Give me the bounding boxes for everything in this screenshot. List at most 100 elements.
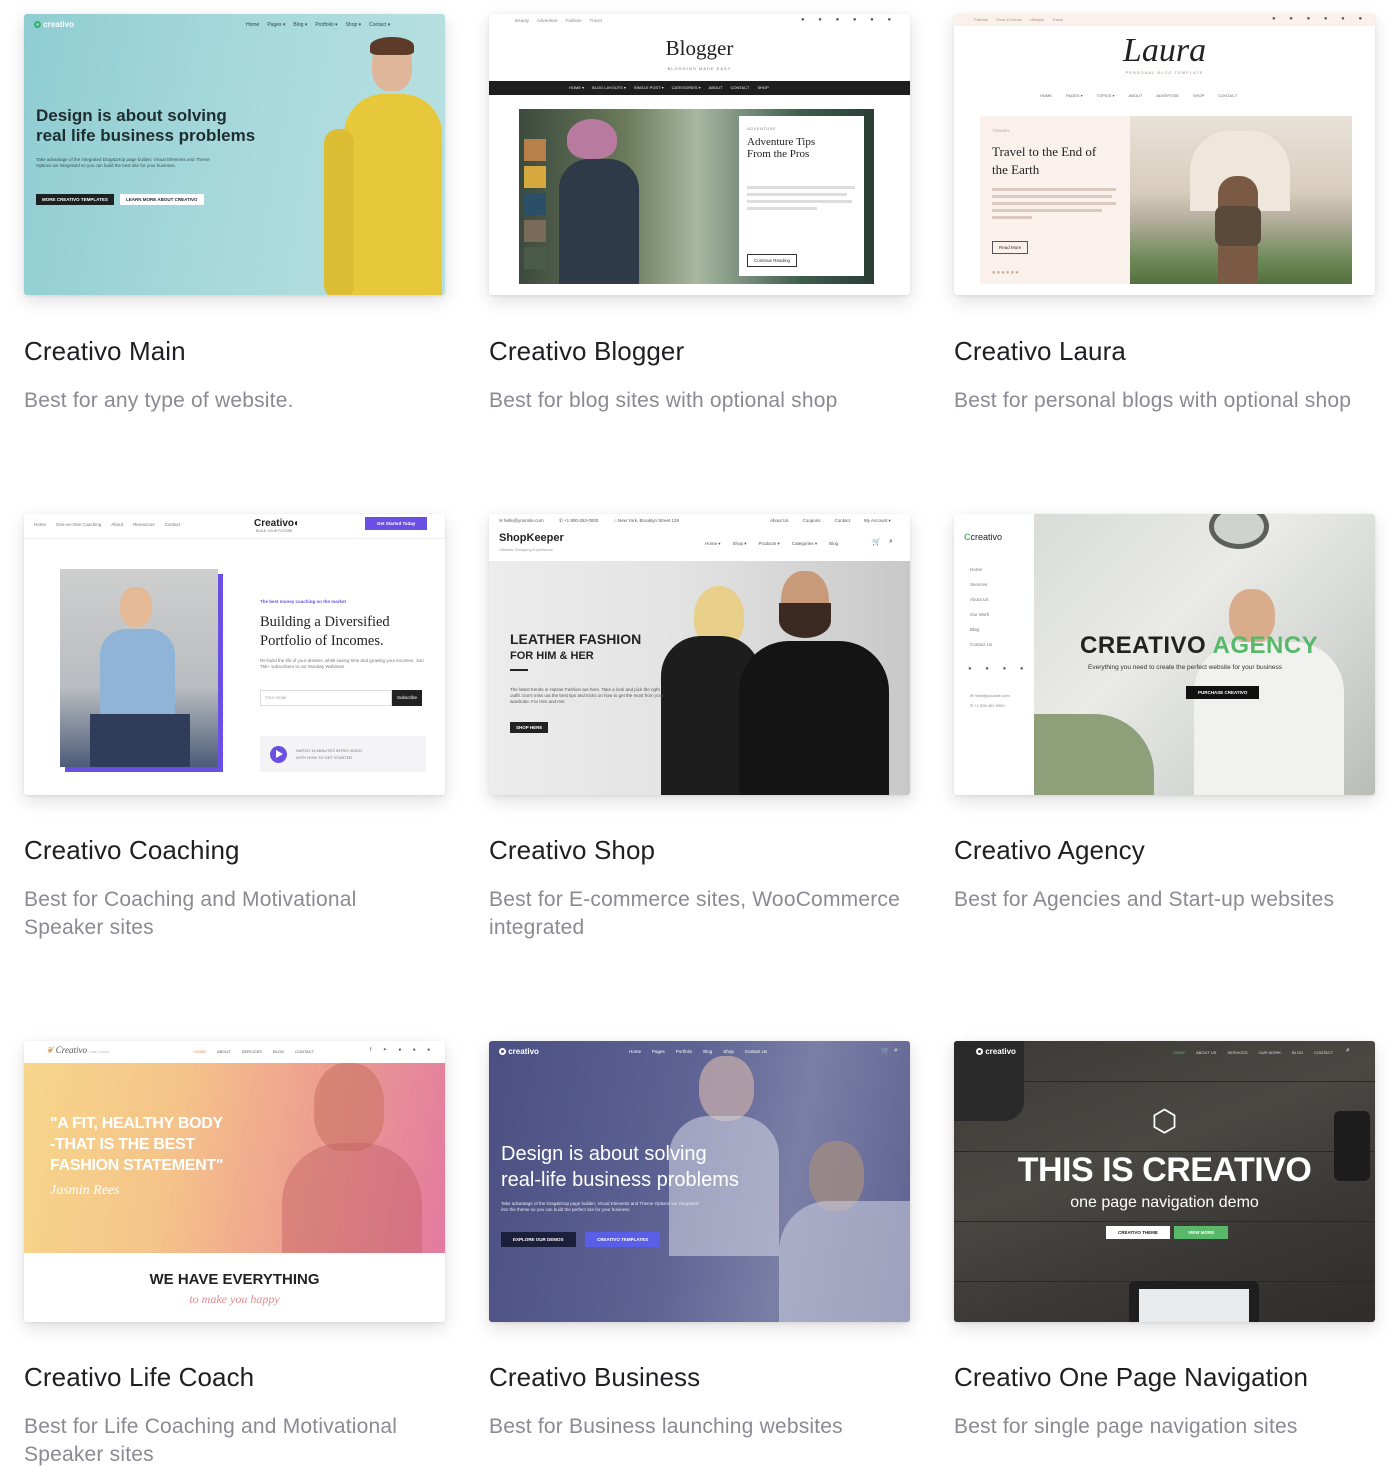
nav-item[interactable]: Home <box>629 1049 641 1054</box>
nav-item[interactable]: ABOUT US <box>1196 1050 1216 1055</box>
read-more-button[interactable]: Read More <box>992 241 1029 254</box>
nav-item[interactable]: Home ▾ <box>705 541 721 547</box>
nav-item[interactable]: CONTACT <box>1314 1050 1333 1055</box>
nav-item[interactable]: Contact <box>165 522 181 527</box>
nav-item[interactable]: Services <box>970 577 992 592</box>
nav-item[interactable]: CATEGORIES ▾ <box>672 85 701 90</box>
view-more-button[interactable]: VIEW MORE <box>1174 1226 1229 1239</box>
search-icon[interactable]: ⌕ <box>894 1047 898 1055</box>
nav-item[interactable]: SHOP <box>757 85 768 90</box>
preview-blogger[interactable]: Beauty Adventure Fashion Travel ● ● ● ● … <box>489 14 910 295</box>
nav-item[interactable]: Blog <box>829 541 838 547</box>
nav-item[interactable]: Home <box>970 562 992 577</box>
creativo-theme-button[interactable]: CREATIVO THEME <box>1106 1226 1170 1239</box>
slider-dots[interactable]: ●●●●●● <box>992 270 1020 276</box>
nav-item[interactable]: Shop <box>723 1049 734 1054</box>
nav-item[interactable]: Products ▾ <box>759 541 780 547</box>
card-title[interactable]: Creativo Life Coach <box>24 1362 254 1393</box>
cart-icon[interactable]: 🛒 <box>881 1047 890 1055</box>
learn-more-button[interactable]: LEARN MORE ABOUT CREATIVO <box>120 194 204 205</box>
card-title[interactable]: Creativo One Page Navigation <box>954 1362 1308 1393</box>
card-title[interactable]: Creativo Blogger <box>489 336 684 367</box>
nav-item[interactable]: Home <box>34 522 46 527</box>
nav-item[interactable]: SERVICES <box>242 1049 262 1054</box>
nav-item[interactable]: PAGES ▾ <box>1066 93 1083 98</box>
nav-item[interactable]: ADVERTISE <box>1156 93 1179 98</box>
shop-here-button[interactable]: SHOP HERE <box>510 722 549 733</box>
nav-item[interactable]: BLOG <box>273 1049 284 1054</box>
play-icon[interactable] <box>270 746 287 763</box>
search-icon[interactable]: ⌕ <box>1346 1047 1350 1055</box>
nav-item[interactable]: Contact Us <box>745 1049 767 1054</box>
preview-shop[interactable]: ✉ hello@yoursite.com ✆ +1 800-252-0000 ⌂… <box>489 514 910 795</box>
card-title[interactable]: Creativo Shop <box>489 835 655 866</box>
card-description: Best for E-commerce sites, WooCommerce i… <box>489 888 900 939</box>
nav-item[interactable]: Blog <box>703 1049 712 1054</box>
nav-item[interactable]: About <box>111 522 123 527</box>
nav-item[interactable]: TOPICS ▾ <box>1097 93 1115 98</box>
video-box[interactable]: WATCH 15 MINUTES INTRO VIDEO WITH HOW TO… <box>260 736 426 772</box>
preview-main[interactable]: creativo Home Pages ▾ Blog ▾ Portfolio ▾… <box>24 14 445 295</box>
nav-item[interactable]: One-on-One Coaching <box>56 522 101 527</box>
nav-item[interactable]: Shop ▾ <box>346 22 362 28</box>
nav-item[interactable]: Contact Us <box>970 637 992 652</box>
card-title[interactable]: Creativo Business <box>489 1362 700 1393</box>
nav-item[interactable]: Pages <box>652 1049 665 1054</box>
nav-item[interactable]: SHOP <box>1193 93 1204 98</box>
nav-item[interactable]: Portfolio ▾ <box>315 22 337 28</box>
nav-item[interactable]: ABOUT <box>709 85 723 90</box>
nav-item[interactable]: Resources <box>133 522 155 527</box>
nav-item[interactable]: Blog ▾ <box>293 22 307 28</box>
creativo-templates-button[interactable]: CREATIVO TEMPLATES <box>585 1232 661 1247</box>
nav-item[interactable]: Home <box>246 22 259 28</box>
nav-item[interactable]: CONTACT <box>295 1049 314 1054</box>
coaching-headline: Building a Diversified Portfolio of Inco… <box>260 614 390 649</box>
card-title[interactable]: Creativo Agency <box>954 835 1145 866</box>
card-title[interactable]: Creativo Main <box>24 336 186 367</box>
nav-item[interactable]: CONTACT <box>730 85 749 90</box>
subscribe-button[interactable]: Subscribe <box>392 690 423 706</box>
card-title[interactable]: Creativo Laura <box>954 336 1126 367</box>
nav-item[interactable]: CONTACT <box>1218 93 1237 98</box>
nav-item[interactable]: About Us <box>770 518 789 524</box>
continue-reading-button[interactable]: Continue Reading <box>747 254 798 267</box>
nav-item[interactable]: BLOG <box>1292 1050 1303 1055</box>
more-templates-button[interactable]: MORE CREATIVO TEMPLATES <box>36 194 114 205</box>
nav-item[interactable]: OUR WORK <box>1259 1050 1281 1055</box>
email-field[interactable]: Your email <box>260 690 392 706</box>
preview-one-page[interactable]: creativo HOME ABOUT US SERVICES OUR WORK… <box>954 1041 1375 1322</box>
purchase-button[interactable]: PURCHASE CREATIVO <box>1186 686 1260 699</box>
nav-item[interactable]: Coupons <box>803 518 821 524</box>
nav-item[interactable]: ABOUT <box>217 1049 231 1054</box>
nav-item[interactable]: SERVICES <box>1227 1050 1247 1055</box>
nav-item[interactable]: Blog <box>970 622 992 637</box>
nav-item[interactable]: BLOG LAYOUTS ▾ <box>592 85 626 90</box>
cart-icon[interactable]: 🛒 <box>872 538 881 546</box>
nav-item[interactable]: HOME ▾ <box>569 85 584 90</box>
nav-item[interactable]: About Us <box>970 592 992 607</box>
preview-laura[interactable]: Fashion Food & Drinks Lifestyle Travel ●… <box>954 14 1375 295</box>
nav-item[interactable]: HOME <box>194 1049 206 1054</box>
preview-life-coach[interactable]: ❦ Creativo LIFE COACH HOME ABOUT SERVICE… <box>24 1041 445 1322</box>
preview-business[interactable]: creativo Home Pages Portfolio Blog Shop … <box>489 1041 910 1322</box>
nav-item[interactable]: Categories ▾ <box>792 541 817 547</box>
search-icon[interactable]: ⌕ <box>889 538 893 546</box>
nav-item[interactable]: Our Work <box>970 607 992 622</box>
nav-item[interactable]: My Account ▾ <box>864 518 891 524</box>
nav-item[interactable]: SINGLE POST ▾ <box>634 85 664 90</box>
explore-demos-button[interactable]: EXPLORE OUR DEMOS <box>501 1232 576 1247</box>
preview-coaching[interactable]: Home One-on-One Coaching About Resources… <box>24 514 445 795</box>
logo: creativo <box>34 20 74 29</box>
nav-item[interactable]: ABOUT <box>1129 93 1143 98</box>
get-started-button[interactable]: Get Started Today <box>365 517 428 530</box>
card-title[interactable]: Creativo Coaching <box>24 835 240 866</box>
business-headline: Design is about solving real-life busine… <box>501 1143 739 1191</box>
nav-item[interactable]: Contact ▾ <box>369 22 390 28</box>
nav-item[interactable]: Pages ▾ <box>267 22 285 28</box>
nav-item[interactable]: HOME <box>1040 93 1052 98</box>
nav-item[interactable]: Shop ▾ <box>733 541 747 547</box>
nav-item[interactable]: Portfolio <box>676 1049 693 1054</box>
preview-agency[interactable]: Ccreativo Home Services About Us Our Wor… <box>954 514 1375 795</box>
nav-item[interactable]: HOME <box>1173 1050 1185 1055</box>
nav-item[interactable]: Contact <box>835 518 851 524</box>
